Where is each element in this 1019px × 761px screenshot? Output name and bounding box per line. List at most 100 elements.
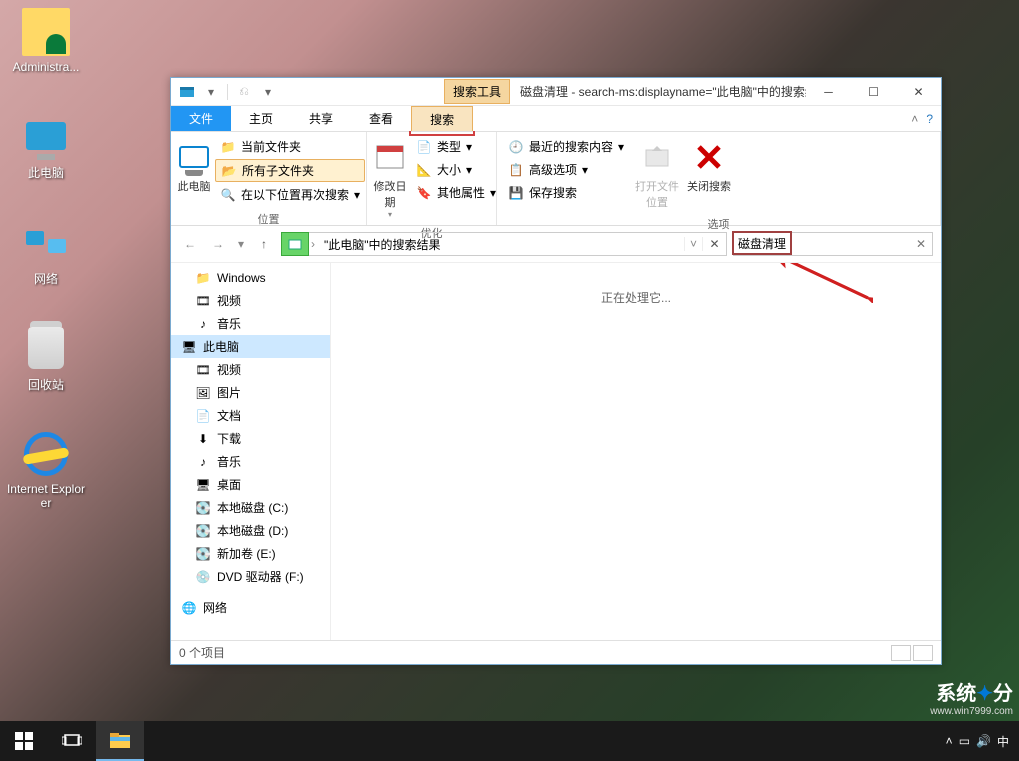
address-root-icon[interactable]	[281, 232, 309, 256]
all-subfolders-button[interactable]: 📂所有子文件夹	[215, 159, 365, 182]
date-modified-button[interactable]: 修改日期 ▾	[373, 136, 407, 219]
advanced-options-button[interactable]: 📋高级选项▾	[503, 159, 629, 180]
clear-search-button[interactable]: ✕	[910, 237, 932, 251]
label: DVD 驱动器 (F:)	[217, 568, 304, 585]
nav-pictures[interactable]: 🖼图片	[171, 381, 330, 404]
nav-music[interactable]: ♪音乐	[171, 312, 330, 335]
address-dropdown[interactable]: ˅	[684, 237, 702, 251]
tab-home[interactable]: 主页	[231, 106, 291, 131]
label: 此电脑	[177, 178, 211, 194]
nav-drive-dvd[interactable]: 💿 DVD 驱动器 (F:)	[171, 565, 330, 588]
maximize-button[interactable]: ☐	[851, 78, 896, 106]
nav-desktop[interactable]: 🖥桌面	[171, 473, 330, 496]
close-search-button[interactable]: 关闭搜索	[685, 136, 733, 194]
navigation-pane[interactable]: 📁Windows 🎞视频 ♪音乐 🖥此电脑 🎞视频 🖼图片 📄文档 ⬇ 下载 ♪音…	[171, 263, 331, 640]
breadcrumb-chevron-icon[interactable]: ›	[308, 237, 318, 251]
video-icon: 🎞	[195, 362, 211, 378]
stop-button[interactable]: ✕	[702, 237, 726, 251]
breadcrumb-segment[interactable]: "此电脑"中的搜索结果	[318, 233, 447, 255]
nav-downloads[interactable]: ⬇ 下载	[171, 427, 330, 450]
taskbar[interactable]: ˄ ▭ 🔊 中	[0, 721, 1019, 761]
tray-volume-icon[interactable]: 🔊	[976, 734, 991, 748]
search-again-button[interactable]: 🔍在以下位置再次搜索▾	[215, 184, 365, 205]
desktop-icon-ie[interactable]: Internet Explorer	[6, 430, 86, 510]
ribbon-group-options: 🕘最近的搜索内容▾ 📋高级选项▾ 💾保存搜索 打开文件位置 关闭搜索 选项	[497, 132, 941, 225]
label: 音乐	[217, 453, 241, 470]
nav-drive-e[interactable]: 💽新加卷 (E:)	[171, 542, 330, 565]
details-view-icon[interactable]	[891, 645, 911, 661]
nav-drive-c[interactable]: 💽本地磁盘 (C:)	[171, 496, 330, 519]
taskbar-explorer[interactable]	[96, 721, 144, 761]
search-tools-contextual-chip: 搜索工具	[444, 79, 510, 104]
watermark-url: www.win7999.com	[930, 706, 1013, 717]
network-icon: 🌐	[181, 600, 197, 616]
explorer-icon[interactable]	[177, 82, 197, 102]
tab-file[interactable]: 文件	[171, 106, 231, 131]
nav-this-pc[interactable]: 🖥此电脑	[171, 335, 330, 358]
open-location-icon	[640, 140, 674, 174]
tab-share[interactable]: 共享	[291, 106, 351, 131]
minimize-button[interactable]: ─	[806, 78, 851, 106]
titlebar[interactable]: ▾ ⎌ ▾ 搜索工具 磁盘清理 - search-ms:displayname=…	[171, 78, 941, 106]
tray-chevron-icon[interactable]: ˄	[946, 734, 953, 748]
label: 当前文件夹	[241, 138, 301, 155]
subfolder-icon: 📂	[221, 163, 237, 179]
recent-searches-button[interactable]: 🕘最近的搜索内容▾	[503, 136, 629, 157]
ribbon-collapse[interactable]: ˄?	[903, 106, 941, 131]
tab-search[interactable]: 搜索	[411, 106, 473, 131]
label: 其他属性	[437, 184, 485, 201]
label: 在以下位置再次搜索	[241, 186, 349, 203]
size-button[interactable]: 📐大小▾	[411, 159, 501, 180]
other-props-button[interactable]: 🔖其他属性▾	[411, 182, 501, 203]
annotation-arrow	[773, 262, 873, 303]
nav-drive-d[interactable]: 💽本地磁盘 (D:)	[171, 519, 330, 542]
chevron-up-icon: ˄	[911, 112, 918, 126]
desktop-icon-thispc[interactable]: 此电脑	[6, 112, 86, 181]
kind-button[interactable]: 📄类型▾	[411, 136, 501, 157]
tray-ime-icon[interactable]: 中	[997, 733, 1009, 750]
label: 本地磁盘 (D:)	[217, 522, 288, 539]
nav-music-2[interactable]: ♪音乐	[171, 450, 330, 473]
nav-up-button[interactable]: ↑	[253, 233, 275, 255]
label: 本地磁盘 (C:)	[217, 499, 288, 516]
this-pc-button[interactable]: 此电脑	[177, 136, 211, 194]
desktop-icon-admin[interactable]: Administra...	[6, 8, 86, 74]
content-pane[interactable]: 正在处理它...	[331, 263, 941, 640]
nav-network[interactable]: 🌐网络	[171, 596, 330, 619]
qat-dropdown-icon[interactable]: ▾	[201, 82, 221, 102]
search-box[interactable]: 磁盘清理 ✕	[733, 232, 933, 256]
tab-view[interactable]: 查看	[351, 106, 411, 131]
props-icon: 🔖	[416, 185, 432, 201]
download-icon: ⬇	[195, 431, 211, 447]
recent-icon: 🕘	[508, 139, 524, 155]
save-search-button[interactable]: 💾保存搜索	[503, 182, 629, 203]
qat-dropdown2-icon[interactable]: ▾	[258, 82, 278, 102]
nav-back-button[interactable]: ←	[179, 233, 201, 255]
address-bar[interactable]: › "此电脑"中的搜索结果 ˅ ✕	[281, 232, 727, 256]
close-icon	[692, 140, 726, 174]
document-icon: 📄	[195, 408, 211, 424]
tray-network-icon[interactable]: ▭	[959, 734, 970, 748]
label: 桌面	[217, 476, 241, 493]
calendar-icon	[373, 140, 407, 174]
dvd-icon: 💿	[195, 569, 211, 585]
nav-videos[interactable]: 🎞视频	[171, 289, 330, 312]
desktop-label: Internet Explorer	[6, 482, 86, 510]
system-tray[interactable]: ˄ ▭ 🔊 中	[936, 733, 1019, 750]
close-button[interactable]: ✕	[896, 78, 941, 106]
help-icon[interactable]: ?	[926, 112, 933, 126]
current-folder-button[interactable]: 📁当前文件夹	[215, 136, 365, 157]
qat-undo-icon[interactable]: ⎌	[234, 82, 254, 102]
start-button[interactable]	[0, 721, 48, 761]
label: 下载	[217, 430, 241, 447]
task-view-button[interactable]	[48, 721, 96, 761]
desktop-label: 回收站	[6, 376, 86, 393]
nav-windows[interactable]: 📁Windows	[171, 267, 330, 289]
desktop-icon-recyclebin[interactable]: 回收站	[6, 324, 86, 393]
desktop-icon-network[interactable]: 网络	[6, 218, 86, 287]
nav-videos-2[interactable]: 🎞视频	[171, 358, 330, 381]
nav-documents[interactable]: 📄文档	[171, 404, 330, 427]
nav-history-dropdown[interactable]: ▾	[235, 233, 247, 255]
icons-view-icon[interactable]	[913, 645, 933, 661]
view-switcher[interactable]	[891, 645, 933, 661]
